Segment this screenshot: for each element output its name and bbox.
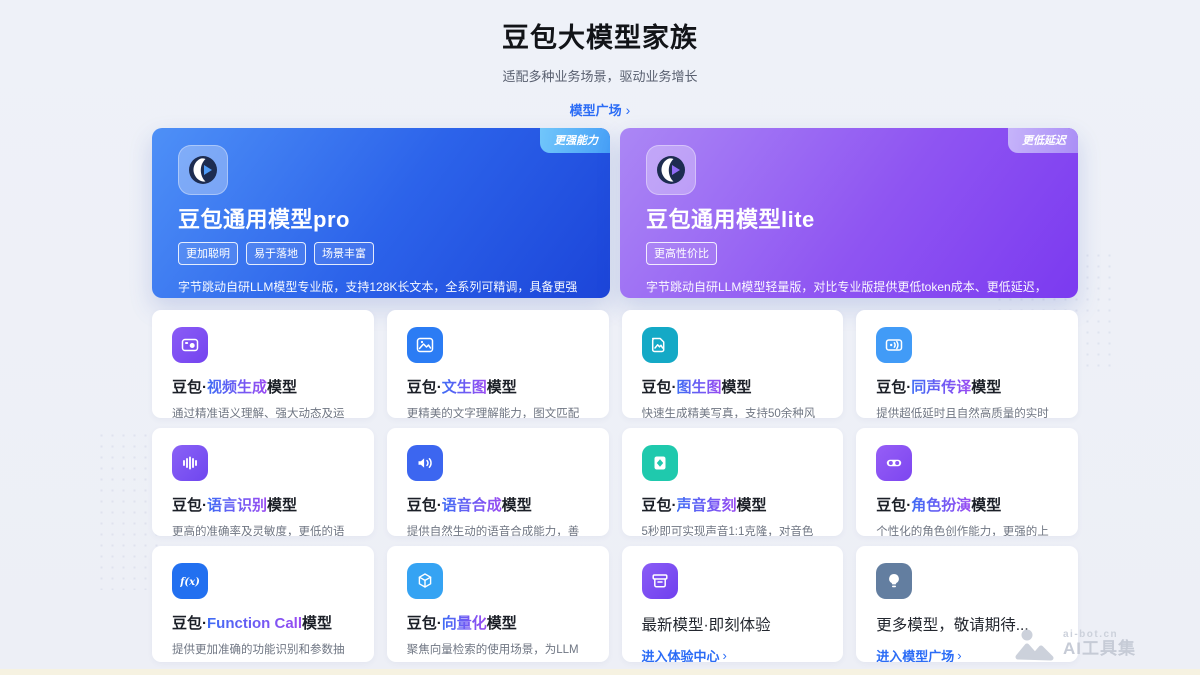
mask-icon: [876, 445, 912, 481]
picture-icon: [407, 327, 443, 363]
voice-clone-icon: [642, 445, 678, 481]
model-card-description: 更高的准确率及灵敏度，更低的语音识别延迟，支持多语种的正确识别。: [172, 523, 354, 536]
bottom-strip-decoration: [0, 669, 1200, 675]
corner-ribbon: 更强能力: [540, 128, 610, 153]
model-card-simultaneous-interpretation[interactable]: 豆包·同声传译模型 提供超低延时且自然高质量的实时翻译，支持跨语言同音色翻译，打…: [856, 310, 1078, 418]
hero-cards-row: 更强能力 豆包通用模型pro 更加聪明 易于落地 场景丰富 字节跳动自研LLM模…: [152, 128, 1078, 298]
hero-tag-list: 更高性价比: [646, 242, 1052, 265]
doubao-logo-icon: [178, 145, 228, 195]
cube-icon: [407, 563, 443, 599]
watermark: ai-bot.cn AI工具集: [1014, 627, 1136, 661]
model-card-title: 豆包·视频生成模型: [172, 376, 354, 397]
model-card-description: 快速生成精美写真，支持50余种风格变换，并对图片实现扩图、重绘、涂抹等创意延展。: [642, 405, 824, 418]
model-card-title: 豆包·同声传译模型: [876, 376, 1058, 397]
model-plaza-link[interactable]: 进入模型广场›: [876, 646, 961, 662]
model-card-description: 聚焦向量检索的使用场景，为LLM知识库提供核心理解能力，支持多语言。: [407, 641, 589, 662]
hero-tag: 更高性价比: [646, 242, 717, 265]
model-card-text-to-image[interactable]: 豆包·文生图模型 更精美的文字理解能力，图文匹配更准确，画面效果更优美，擅长对中…: [387, 310, 609, 418]
interpretation-sound-icon: [876, 327, 912, 363]
chevron-right-icon: ›: [723, 648, 727, 662]
ai-bot-logo-icon: [1014, 627, 1056, 661]
image-document-icon: [642, 327, 678, 363]
watermark-name: AI工具集: [1063, 640, 1136, 659]
page-subtitle: 适配多种业务场景，驱动业务增长: [0, 66, 1200, 85]
hero-card-doubao-pro[interactable]: 更强能力 豆包通用模型pro 更加聪明 易于落地 场景丰富 字节跳动自研LLM模…: [152, 128, 610, 298]
doubao-logo-icon: [646, 145, 696, 195]
model-card-title: 豆包·声音复刻模型: [642, 494, 824, 515]
model-card-description: 提供自然生动的语音合成能力，善于表达多种情绪，演绎多种场景。: [407, 523, 589, 536]
model-card-voice-cloning[interactable]: 豆包·声音复刻模型 5秒即可实现声音1:1克隆，对音色相似度和自然度进行高度还原…: [622, 428, 844, 536]
model-card-title: 豆包·文生图模型: [407, 376, 589, 397]
corner-ribbon: 更低延迟: [1008, 128, 1078, 153]
lightbulb-icon: [876, 563, 912, 599]
hero-card-doubao-lite[interactable]: 更低延迟 豆包通用模型lite 更高性价比 字节跳动自研LLM模型轻量版，对比专…: [620, 128, 1078, 298]
chevron-right-icon: ›: [626, 102, 631, 118]
model-card-video-generation[interactable]: 豆包·视频生成模型 通过精准语义理解、强大动态及运镜能力创作高质量视频，支持文本…: [152, 310, 374, 418]
model-card-description: 提供更加准确的功能识别和参数抽取能力，适合复杂工具调用的场景。: [172, 641, 354, 662]
hero-tag: 更加聪明: [178, 242, 238, 265]
hero-card-title: 豆包通用模型pro: [178, 202, 584, 234]
model-card-title: 豆包·向量化模型: [407, 612, 589, 633]
model-card-speech-recognition[interactable]: 豆包·语言识别模型 更高的准确率及灵敏度，更低的语音识别延迟，支持多语种的正确识…: [152, 428, 374, 536]
hero-card-title: 豆包通用模型lite: [646, 202, 1052, 234]
model-card-title: 豆包·语音合成模型: [407, 494, 589, 515]
video-camera-icon: [172, 327, 208, 363]
model-card-title: 豆包·图生图模型: [642, 376, 824, 397]
model-card-image-to-image[interactable]: 豆包·图生图模型 快速生成精美写真，支持50余种风格变换，并对图片实现扩图、重绘…: [622, 310, 844, 418]
model-card-title: 豆包·Function Call模型: [172, 612, 354, 633]
model-plaza-link[interactable]: 模型广场›: [570, 100, 631, 119]
svg-text:f(x): f(x): [180, 577, 200, 588]
hero-tag: 场景丰富: [314, 242, 374, 265]
model-card-description: 个性化的角色创作能力，更强的上下文感知和剧情推动能力，满足灵活的角色扮演需求。: [876, 523, 1058, 536]
model-card-speech-synthesis[interactable]: 豆包·语音合成模型 提供自然生动的语音合成能力，善于表达多种情绪，演绎多种场景。: [387, 428, 609, 536]
page-title: 豆包大模型家族: [0, 16, 1200, 55]
model-card-description: 通过精准语义理解、强大动态及运镜能力创作高质量视频，支持文本和图片生成两种模式。: [172, 405, 354, 418]
cta-card-experience-center[interactable]: 最新模型·即刻体验 进入体验中心›: [622, 546, 844, 662]
model-card-description: 提供超低延时且自然高质量的实时翻译，支持跨语言同音色翻译，打破沟通中的语言壁垒。: [876, 405, 1058, 418]
model-card-title: 豆包·角色扮演模型: [876, 494, 1058, 515]
model-card-title: 豆包·语言识别模型: [172, 494, 354, 515]
experience-center-link[interactable]: 进入体验中心›: [642, 646, 727, 662]
box-icon: [642, 563, 678, 599]
cta-card-title: 最新模型·即刻体验: [642, 613, 824, 635]
model-card-description: 更精美的文字理解能力，图文匹配更准确，画面效果更优美，擅长对中国文化元素的创作。: [407, 405, 589, 418]
model-card-roleplay[interactable]: 豆包·角色扮演模型 个性化的角色创作能力，更强的上下文感知和剧情推动能力，满足灵…: [856, 428, 1078, 536]
model-card-embedding[interactable]: 豆包·向量化模型 聚焦向量检索的使用场景，为LLM知识库提供核心理解能力，支持多…: [387, 546, 609, 662]
hero-card-description: 字节跳动自研LLM模型专业版，支持128K长文本，全系列可精调，具备更强的理解、…: [178, 277, 584, 298]
model-cards-grid: 豆包·视频生成模型 通过精准语义理解、强大动态及运镜能力创作高质量视频，支持文本…: [152, 310, 1078, 662]
waveform-icon: [172, 445, 208, 481]
hero-tag-list: 更加聪明 易于落地 场景丰富: [178, 242, 584, 265]
chevron-right-icon: ›: [957, 648, 961, 662]
speaker-icon: [407, 445, 443, 481]
model-card-description: 5秒即可实现声音1:1克隆，对音色相似度和自然度进行高度还原，支持声音的跨语种迁…: [642, 523, 824, 536]
page-header: 豆包大模型家族 适配多种业务场景，驱动业务增长 模型广场›: [0, 16, 1200, 120]
hero-card-description: 字节跳动自研LLM模型轻量版，对比专业版提供更低token成本、更低延迟，为企业…: [646, 277, 1052, 298]
model-card-function-call[interactable]: f(x) 豆包·Function Call模型 提供更加准确的功能识别和参数抽取…: [152, 546, 374, 662]
function-icon: f(x): [172, 563, 208, 599]
hero-tag: 易于落地: [246, 242, 306, 265]
